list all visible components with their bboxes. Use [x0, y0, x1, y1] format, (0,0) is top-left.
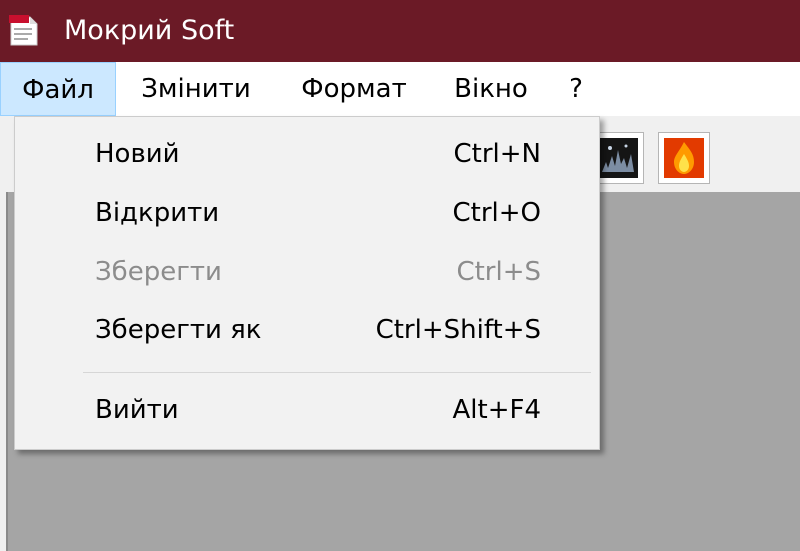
- dark-image-icon: [598, 138, 638, 178]
- menu-format[interactable]: Формат: [284, 62, 424, 116]
- menu-item-new[interactable]: Новий Ctrl+N: [15, 125, 599, 183]
- menu-item-label: Вийти: [95, 395, 179, 425]
- menu-item-label: Зберегти: [95, 257, 222, 287]
- title-bar[interactable]: Мокрий Soft: [0, 0, 800, 62]
- menu-item-exit[interactable]: Вийти Alt+F4: [15, 381, 599, 439]
- menu-item-label: Новий: [95, 139, 180, 169]
- menu-item-shortcut: Alt+F4: [452, 395, 542, 425]
- menu-item-label: Зберегти як: [95, 315, 262, 345]
- menu-file[interactable]: Файл: [0, 62, 116, 116]
- menu-help[interactable]: ?: [556, 62, 596, 116]
- menu-item-shortcut: Ctrl+N: [453, 139, 542, 169]
- menu-item-save-as[interactable]: Зберегти як Ctrl+Shift+S: [15, 301, 599, 359]
- menu-item-save[interactable]: Зберегти Ctrl+S: [15, 243, 599, 301]
- menu-separator: [83, 372, 591, 373]
- menu-item-shortcut: Ctrl+O: [452, 198, 541, 228]
- menu-item-shortcut: Ctrl+Shift+S: [375, 315, 541, 345]
- window-title: Мокрий Soft: [64, 15, 235, 46]
- menu-bar: Файл Змінити Формат Вікно ?: [0, 62, 800, 116]
- app-window: Мокрий Soft Файл Змінити Формат Вікно ?: [0, 0, 800, 551]
- app-document-icon: [9, 15, 38, 46]
- menu-edit[interactable]: Змінити: [122, 62, 270, 116]
- menu-window[interactable]: Вікно: [438, 62, 544, 116]
- toolbar-button-fire-image[interactable]: [658, 132, 710, 184]
- file-menu-dropdown: Новий Ctrl+N Відкрити Ctrl+O Зберегти Ct…: [14, 116, 600, 450]
- menu-item-label: Відкрити: [95, 198, 220, 228]
- menu-item-shortcut: Ctrl+S: [456, 257, 541, 287]
- fire-image-icon: [664, 138, 704, 178]
- menu-item-open[interactable]: Відкрити Ctrl+O: [15, 184, 599, 242]
